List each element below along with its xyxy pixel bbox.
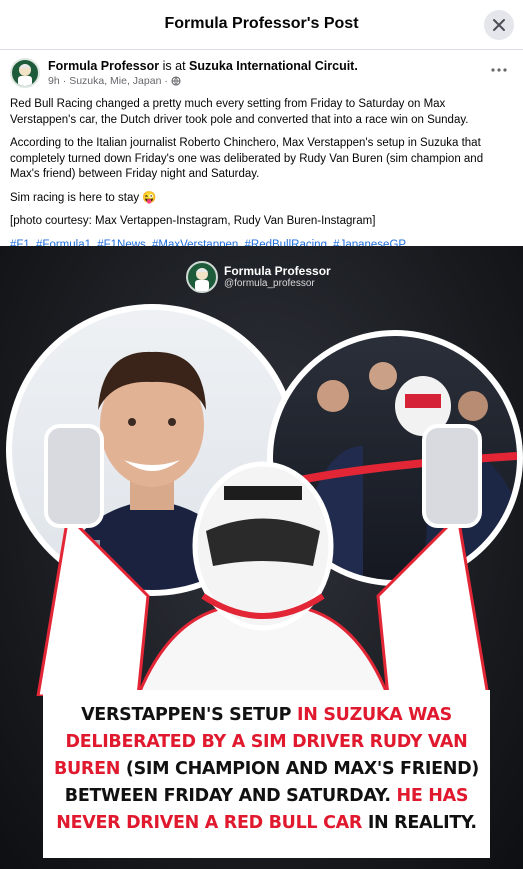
brand-logo — [186, 261, 218, 293]
close-icon — [493, 19, 505, 31]
photo-caption: Verstappen's setup in Suzuka was deliber… — [43, 690, 490, 858]
post-photo[interactable]: Formula Professor @formula_professor VER… — [0, 246, 523, 869]
post-paragraph: According to the Italian journalist Robe… — [10, 137, 484, 180]
post-paragraph: Sim racing is here to stay 😜 — [10, 191, 157, 204]
author-line: Formula Professor is at Suzuka Internati… — [48, 59, 358, 73]
meta-line: 9h · Suzuka, Mie, Japan · — [48, 75, 181, 87]
post-time[interactable]: 9h — [48, 75, 60, 87]
professor-avatar-icon — [18, 64, 32, 86]
location-tag[interactable]: Suzuka International Circuit. — [189, 59, 358, 73]
modal-header: Formula Professor's Post — [0, 0, 523, 50]
modal-title: Formula Professor's Post — [164, 15, 359, 32]
author-name[interactable]: Formula Professor — [48, 59, 159, 73]
more-horizontal-icon — [491, 68, 507, 72]
driver-celebrating-icon — [36, 424, 490, 696]
post-header: Formula Professor is at Suzuka Internati… — [10, 58, 513, 90]
post-body: Red Bull Racing changed a pretty much ev… — [10, 97, 513, 261]
caption-part: in reality. — [367, 813, 477, 833]
is-at-text: is at — [162, 59, 186, 73]
more-options-button[interactable] — [487, 60, 511, 80]
close-button[interactable] — [484, 10, 514, 40]
brand-text: Formula Professor @formula_professor — [224, 264, 331, 290]
professor-logo-icon — [195, 268, 209, 291]
avatar[interactable] — [10, 58, 40, 88]
post-paragraph: [photo courtesy: Max Vertappen-Instagram… — [10, 215, 376, 227]
post-place[interactable]: Suzuka, Mie, Japan — [69, 75, 161, 87]
brand-name: Formula Professor — [224, 264, 331, 278]
meta-separator: · — [62, 75, 67, 87]
post-paragraph: Red Bull Racing changed a pretty much ev… — [10, 98, 469, 126]
meta-separator: · — [164, 75, 168, 87]
caption-part: Verstappen's setup — [81, 705, 297, 725]
globe-icon — [171, 76, 181, 86]
brand-handle: @formula_professor — [224, 278, 315, 289]
photo-brand: Formula Professor @formula_professor — [186, 260, 331, 294]
